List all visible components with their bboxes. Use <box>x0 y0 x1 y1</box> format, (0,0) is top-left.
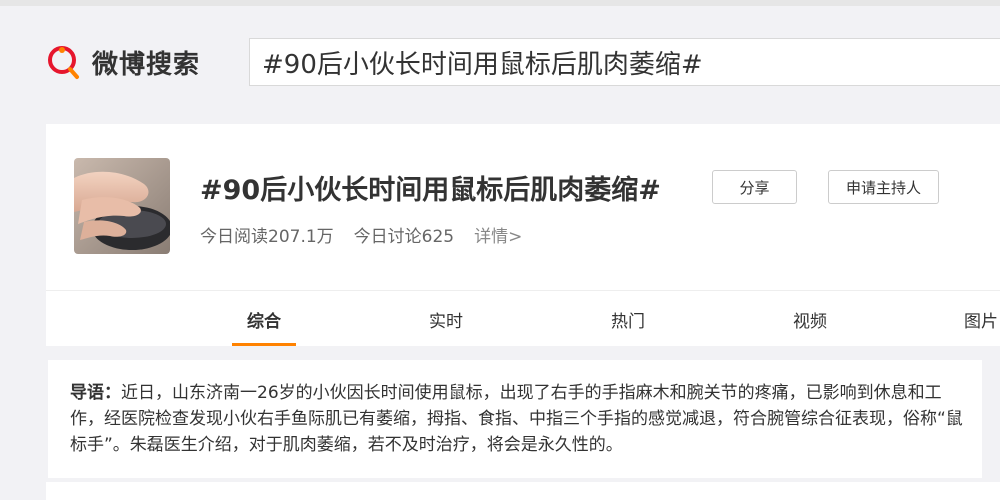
search-box[interactable] <box>249 38 1000 86</box>
search-input[interactable] <box>262 47 1000 77</box>
reads-count: 今日阅读207.1万 <box>200 227 334 247</box>
tab-video[interactable]: 视频 <box>780 292 840 346</box>
topic-stats: 今日阅读207.1万 今日讨论625 详情> <box>200 222 522 247</box>
intro-text: 近日，山东济南一26岁的小伙因长时间使用鼠标，出现了右手的手指麻木和腕关节的疼痛… <box>70 383 963 455</box>
details-link[interactable]: 详情> <box>474 222 522 247</box>
search-logo-icon <box>48 46 79 79</box>
weibo-search-logo[interactable]: 微博搜索 <box>44 40 200 84</box>
tab-hot[interactable]: 热门 <box>598 292 658 346</box>
topic-title: #90后小伙长时间用鼠标后肌肉萎缩# <box>200 175 661 206</box>
logo-text: 微博搜索 <box>92 49 201 80</box>
tab-bar: 综合 实时 热门 视频 图片 <box>46 292 1000 346</box>
topic-intro: 导语：近日，山东济南一26岁的小伙因长时间使用鼠标，出现了右手的手指麻木和腕关节… <box>48 360 982 478</box>
intro-label: 导语： <box>70 383 121 403</box>
topic-thumbnail[interactable] <box>74 158 170 254</box>
apply-host-button[interactable]: 申请主持人 <box>828 170 939 204</box>
tab-realtime[interactable]: 实时 <box>416 292 476 346</box>
hand-on-mouse-image <box>74 158 170 254</box>
discussions-count: 今日讨论625 <box>353 227 455 247</box>
feed-card <box>46 482 1000 500</box>
tab-comprehensive[interactable]: 综合 <box>232 292 296 346</box>
share-button[interactable]: 分享 <box>712 170 797 204</box>
divider <box>46 290 1000 291</box>
top-strip <box>0 0 1000 6</box>
tab-images[interactable]: 图片 <box>964 292 1000 346</box>
